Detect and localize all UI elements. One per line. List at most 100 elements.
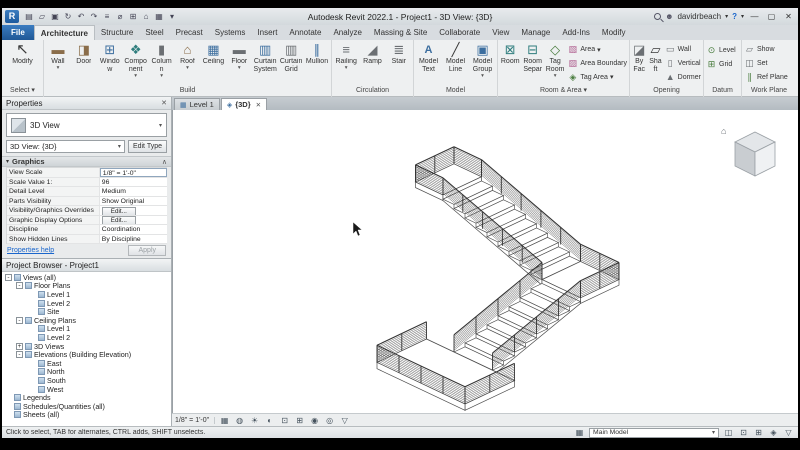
ribbon-tab-annotate[interactable]: Annotate (283, 25, 327, 40)
temporary-view-properties-icon[interactable]: ▽ (339, 416, 350, 425)
tree-item-schedules[interactable]: Schedules/Quantities (all) (2, 402, 171, 411)
set-work-plane-button[interactable]: ◫ Set (744, 57, 788, 71)
ribbon-tab-view[interactable]: View (486, 25, 515, 40)
worksets-icon[interactable]: ▦ (574, 428, 585, 437)
ramp-button[interactable]: ◢ Ramp (359, 41, 385, 86)
property-row[interactable]: Show Hidden Lines By Discipline (7, 234, 167, 244)
redo-icon[interactable]: ↷ (88, 10, 100, 23)
property-row[interactable]: Discipline Coordination (7, 225, 167, 235)
vertical-opening-button[interactable]: ▯ Vertical (665, 57, 701, 71)
shaft-button[interactable]: ▱ Shaft (647, 41, 663, 86)
tree-item-sheets[interactable]: Sheets (all) (2, 410, 171, 419)
search-icon[interactable] (654, 13, 662, 20)
shadows-icon[interactable]: ◐ (264, 416, 275, 425)
area-button[interactable]: ▧ Area ▾ (567, 43, 627, 57)
ref-plane-button[interactable]: ∥ Ref Plane (744, 70, 788, 84)
tree-item-north[interactable]: North (2, 367, 171, 376)
ceiling-button[interactable]: ▦ Ceiling (200, 41, 226, 86)
sync-icon[interactable]: ↻ (62, 10, 74, 23)
model-line-button[interactable]: ╱ Model Line (442, 41, 469, 86)
undo-icon[interactable]: ↶ (75, 10, 87, 23)
viewcube[interactable]: ⌂ (721, 126, 776, 177)
tree-item-ceiling-plans[interactable]: - Ceiling Plans (2, 316, 171, 325)
door-button[interactable]: ◨ Door (71, 41, 97, 86)
show-crop-region-icon[interactable]: ⊞ (294, 416, 305, 425)
temporary-hide-isolate-icon[interactable]: ◉ (309, 416, 320, 425)
ribbon-tab-file[interactable]: File (2, 25, 34, 40)
view-scale-control[interactable]: 1/8" = 1'-0" (175, 416, 216, 424)
view-instance-select[interactable]: 3D View: {3D} ▾ (6, 140, 125, 153)
show-work-plane-button[interactable]: ▱ Show (744, 43, 788, 57)
property-row[interactable]: Graphic Display Options Edit... (7, 215, 167, 225)
menu-icon[interactable]: ▤ (23, 10, 35, 23)
graphics-section-header[interactable]: ▾ Graphics ∧ (2, 156, 171, 167)
restore-button[interactable]: ▢ (765, 12, 778, 21)
model-text-button[interactable]: A Model Text (415, 41, 442, 86)
ribbon-tab-precast[interactable]: Precast (170, 25, 209, 40)
tree-item-west[interactable]: West (2, 385, 171, 394)
tree-item-legends[interactable]: Legends (2, 393, 171, 402)
qat-dropdown-icon[interactable]: ▾ (166, 10, 178, 23)
view-tab-3d[interactable]: ◈ {3D} ✕ (220, 98, 268, 110)
curtain-grid-button[interactable]: ▥ Curtain Grid (278, 41, 304, 86)
ribbon-tab-systems[interactable]: Systems (209, 25, 252, 40)
property-row[interactable]: Parts Visibility Show Original (7, 196, 167, 206)
close-view-tab-icon[interactable]: ✕ (256, 101, 261, 109)
edit-type-button[interactable]: Edit Type (127, 140, 167, 153)
open-icon[interactable]: ▱ (36, 10, 48, 23)
tree-item-level2-ceiling[interactable]: Level 2 (2, 333, 171, 342)
level-button[interactable]: ⊙ Level (706, 43, 736, 57)
tree-item-level1-plan[interactable]: Level 1 (2, 290, 171, 299)
tag-room-button[interactable]: ◇ Tag Room ▾ (544, 41, 566, 86)
workset-select[interactable]: Main Model ▾ (589, 427, 719, 438)
edit-display-options-button[interactable]: Edit... (101, 216, 136, 224)
close-icon[interactable]: ✕ (161, 99, 167, 107)
curtain-system-button[interactable]: ▥ Curtain System (252, 41, 278, 86)
ribbon-tab-analyze[interactable]: Analyze (327, 25, 367, 40)
floor-button[interactable]: ▬ Floor ▾ (226, 41, 252, 86)
signed-in-user[interactable]: davidrbeach (677, 12, 721, 21)
tree-item-3d-views[interactable]: +3D Views (2, 342, 171, 351)
ribbon-tab-insert[interactable]: Insert (251, 25, 283, 40)
by-face-button[interactable]: ◪ By Face (631, 41, 647, 86)
model-canvas[interactable]: ⌂ (172, 110, 798, 413)
room-separator-button[interactable]: ⊟ Room Separator (521, 41, 543, 86)
sun-settings-icon[interactable]: ☀ (249, 416, 260, 425)
apply-button[interactable]: Apply (128, 245, 166, 256)
3d-stair-drawing[interactable]: ⌂ (173, 110, 798, 413)
save-icon[interactable]: ▣ (49, 10, 61, 23)
tree-item-level2-plan[interactable]: Level 2 (2, 299, 171, 308)
panel-label-room-area[interactable]: Room & Area ▾ (498, 86, 629, 97)
ribbon-tab-architecture[interactable]: Architecture (33, 25, 95, 40)
minimize-button[interactable]: — (748, 12, 761, 21)
edit-overrides-button[interactable]: Edit... (101, 206, 136, 215)
dimension-icon[interactable]: ⊞ (127, 10, 139, 23)
property-row[interactable]: View Scale 1/8" = 1'-0" (7, 168, 167, 178)
tree-item-views-all[interactable]: - Views (all) (2, 273, 171, 282)
tag-area-button[interactable]: ◈ Tag Area ▾ (567, 70, 627, 84)
property-row[interactable]: Detail Level Medium (7, 187, 167, 197)
exclude-options-icon[interactable]: ⊞ (753, 428, 764, 437)
area-boundary-button[interactable]: ▨ Area Boundary (567, 57, 627, 71)
tree-item-elevations[interactable]: - Elevations (Building Elevation) (2, 350, 171, 359)
visual-style-icon[interactable]: ◍ (234, 416, 245, 425)
properties-help-link[interactable]: Properties help (7, 247, 54, 254)
project-browser-header[interactable]: Project Browser - Project1 (2, 259, 171, 272)
ribbon-tab-modify[interactable]: Modify (596, 25, 632, 40)
revit-logo-icon[interactable]: R (5, 10, 19, 23)
ribbon-tab-manage[interactable]: Manage (515, 25, 556, 40)
column-button[interactable]: ▮ Column ▾ (149, 41, 175, 86)
tree-item-level1-ceiling[interactable]: Level 1 (2, 324, 171, 333)
grid-button[interactable]: ⊞ Grid (706, 57, 736, 71)
component-button[interactable]: ❖ Component ▾ (123, 41, 149, 86)
model-group-button[interactable]: ▣ Model Group ▾ (469, 41, 496, 86)
reveal-hidden-elements-icon[interactable]: ◎ (324, 416, 335, 425)
crop-view-icon[interactable]: ⊡ (279, 416, 290, 425)
tree-item-south[interactable]: South (2, 376, 171, 385)
railing-button[interactable]: ≡ Railing ▾ (333, 41, 359, 86)
wall-button[interactable]: ▬ Wall ▾ (45, 41, 71, 86)
print-icon[interactable]: ≡ (101, 10, 113, 23)
ribbon-tab-massing-site[interactable]: Massing & Site (368, 25, 433, 40)
user-dropdown-icon[interactable]: ▾ (725, 13, 728, 20)
wall-opening-button[interactable]: ▭ Wall (665, 43, 701, 57)
